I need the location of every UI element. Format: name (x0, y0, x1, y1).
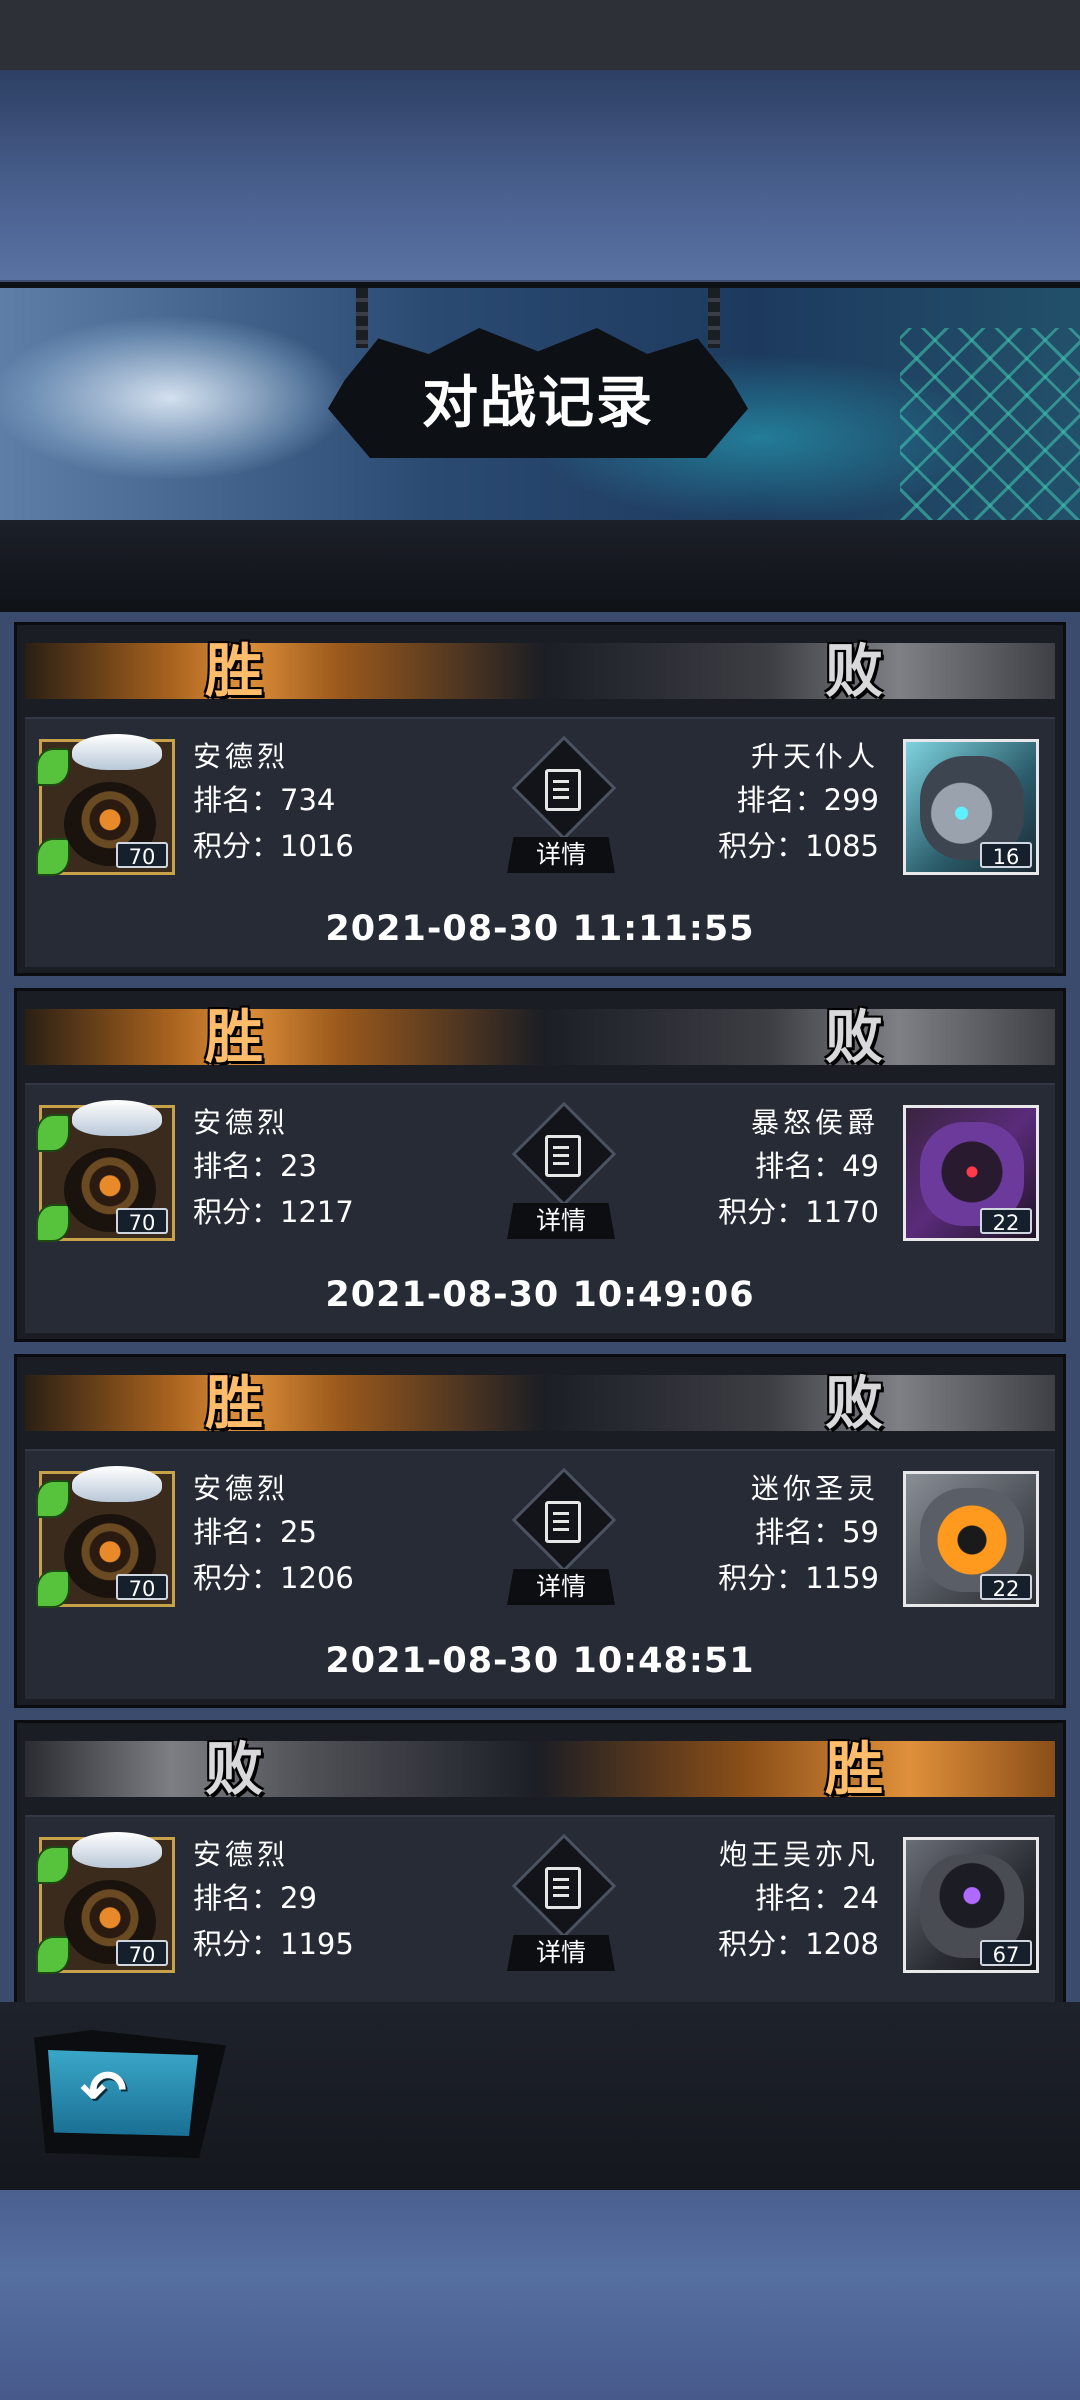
player-avatar[interactable]: 70 (36, 1832, 175, 1974)
player-result: 胜 (205, 1003, 264, 1071)
opponent-name: 迷你圣灵 (750, 1472, 879, 1505)
opponent-rank: 59 (842, 1515, 879, 1549)
opponent-result: 败 (825, 1003, 884, 1071)
opponent-rank: 24 (842, 1881, 879, 1915)
chain-right (708, 288, 720, 348)
battle-time: 2021-08-30 11:11:55 (325, 909, 755, 949)
level-badge: 22 (980, 1208, 1032, 1235)
player-avatar[interactable]: 70 (36, 734, 175, 876)
result-row: 胜 败 (25, 635, 1055, 707)
opponent-avatar[interactable]: 67 (903, 1837, 1039, 1973)
opponent-name: 暴怒侯爵 (750, 1106, 879, 1139)
player-name: 安德烈 (193, 1838, 290, 1871)
player-score: 1206 (280, 1561, 354, 1595)
opponent-info: 升天仆人 排名：299 积分：1085 (718, 737, 879, 869)
title-banner: 对战记录 (0, 282, 1080, 528)
level-badge: 22 (980, 1574, 1032, 1601)
opponent-rank: 49 (842, 1149, 879, 1183)
result-row: 胜 败 (25, 1367, 1055, 1439)
opponent-result: 败 (825, 1369, 884, 1437)
details-button[interactable]: 详情 (501, 1101, 621, 1247)
player-result: 胜 (205, 637, 264, 705)
battle-time: 2021-08-30 10:49:06 (325, 1275, 755, 1315)
net-decoration (900, 328, 1080, 528)
status-bar (0, 0, 1080, 70)
battle-time: 2021-08-30 10:48:51 (325, 1641, 755, 1681)
details-button[interactable]: 详情 (501, 1467, 621, 1613)
player-info: 安德烈 排名：23 积分：1217 (193, 1103, 354, 1235)
player-rank: 23 (280, 1149, 317, 1183)
document-icon (545, 1867, 581, 1909)
player-rank: 29 (280, 1881, 317, 1915)
player-avatar[interactable]: 70 (36, 1100, 175, 1242)
details-button[interactable]: 详情 (501, 1833, 621, 1979)
opponent-score: 1159 (805, 1561, 879, 1595)
record-card: 胜 败 70 安德烈 排名：734 积分：1016 详情 升天仆人 排名：299… (14, 622, 1066, 976)
player-name: 安德烈 (193, 1106, 290, 1139)
page-title: 对战记录 (422, 371, 654, 436)
header-divider (0, 520, 1080, 612)
player-rank: 734 (280, 783, 336, 817)
background-bottom (0, 2190, 1080, 2400)
player-name: 安德烈 (193, 740, 290, 773)
background-top (0, 70, 1080, 280)
level-badge: 70 (116, 1940, 168, 1967)
record-card: 胜 败 70 安德烈 排名：23 积分：1217 详情 暴怒侯爵 排名：49 积… (14, 988, 1066, 1342)
level-badge: 70 (116, 1208, 168, 1235)
back-arrow-icon: ↶ (80, 2059, 127, 2124)
player-avatar[interactable]: 70 (36, 1466, 175, 1608)
details-button[interactable]: 详情 (501, 735, 621, 881)
opponent-info: 暴怒侯爵 排名：49 积分：1170 (718, 1103, 879, 1235)
opponent-score: 1208 (805, 1927, 879, 1961)
player-info: 安德烈 排名：25 积分：1206 (193, 1469, 354, 1601)
document-icon (545, 769, 581, 811)
opponent-avatar[interactable]: 22 (903, 1105, 1039, 1241)
record-card: 胜 败 70 安德烈 排名：25 积分：1206 详情 迷你圣灵 排名：59 积… (14, 1354, 1066, 1708)
level-badge: 70 (116, 842, 168, 869)
player-score: 1195 (280, 1927, 354, 1961)
opponent-result: 败 (825, 637, 884, 705)
opponent-info: 炮王吴亦凡 排名：24 积分：1208 (718, 1835, 879, 1967)
opponent-score: 1170 (805, 1195, 879, 1229)
player-result: 胜 (205, 1369, 264, 1437)
record-card: 败 胜 70 安德烈 排名：29 积分：1195 详情 炮王吴亦凡 排名：24 … (14, 1720, 1066, 2040)
opponent-avatar[interactable]: 16 (903, 739, 1039, 875)
player-result: 败 (205, 1735, 264, 1803)
player-score: 1217 (280, 1195, 354, 1229)
player-score: 1016 (280, 829, 354, 863)
level-badge: 70 (116, 1574, 168, 1601)
opponent-avatar[interactable]: 22 (903, 1471, 1039, 1607)
player-info: 安德烈 排名：734 积分：1016 (193, 737, 354, 869)
level-badge: 16 (980, 842, 1032, 869)
opponent-result: 胜 (825, 1735, 884, 1803)
level-badge: 67 (980, 1940, 1032, 1967)
opponent-name: 炮王吴亦凡 (718, 1838, 879, 1871)
opponent-rank: 299 (823, 783, 879, 817)
player-info: 安德烈 排名：29 积分：1195 (193, 1835, 354, 1967)
record-list[interactable]: 胜 败 70 安德烈 排名：734 积分：1016 详情 升天仆人 排名：299… (0, 612, 1080, 2040)
player-rank: 25 (280, 1515, 317, 1549)
result-row: 败 胜 (25, 1733, 1055, 1805)
player-name: 安德烈 (193, 1472, 290, 1505)
result-row: 胜 败 (25, 1001, 1055, 1073)
back-button[interactable]: ↶ (34, 2030, 226, 2158)
opponent-info: 迷你圣灵 排名：59 积分：1159 (718, 1469, 879, 1601)
document-icon (545, 1501, 581, 1543)
opponent-name: 升天仆人 (750, 740, 879, 773)
chain-left (356, 288, 368, 348)
opponent-score: 1085 (805, 829, 879, 863)
document-icon (545, 1135, 581, 1177)
